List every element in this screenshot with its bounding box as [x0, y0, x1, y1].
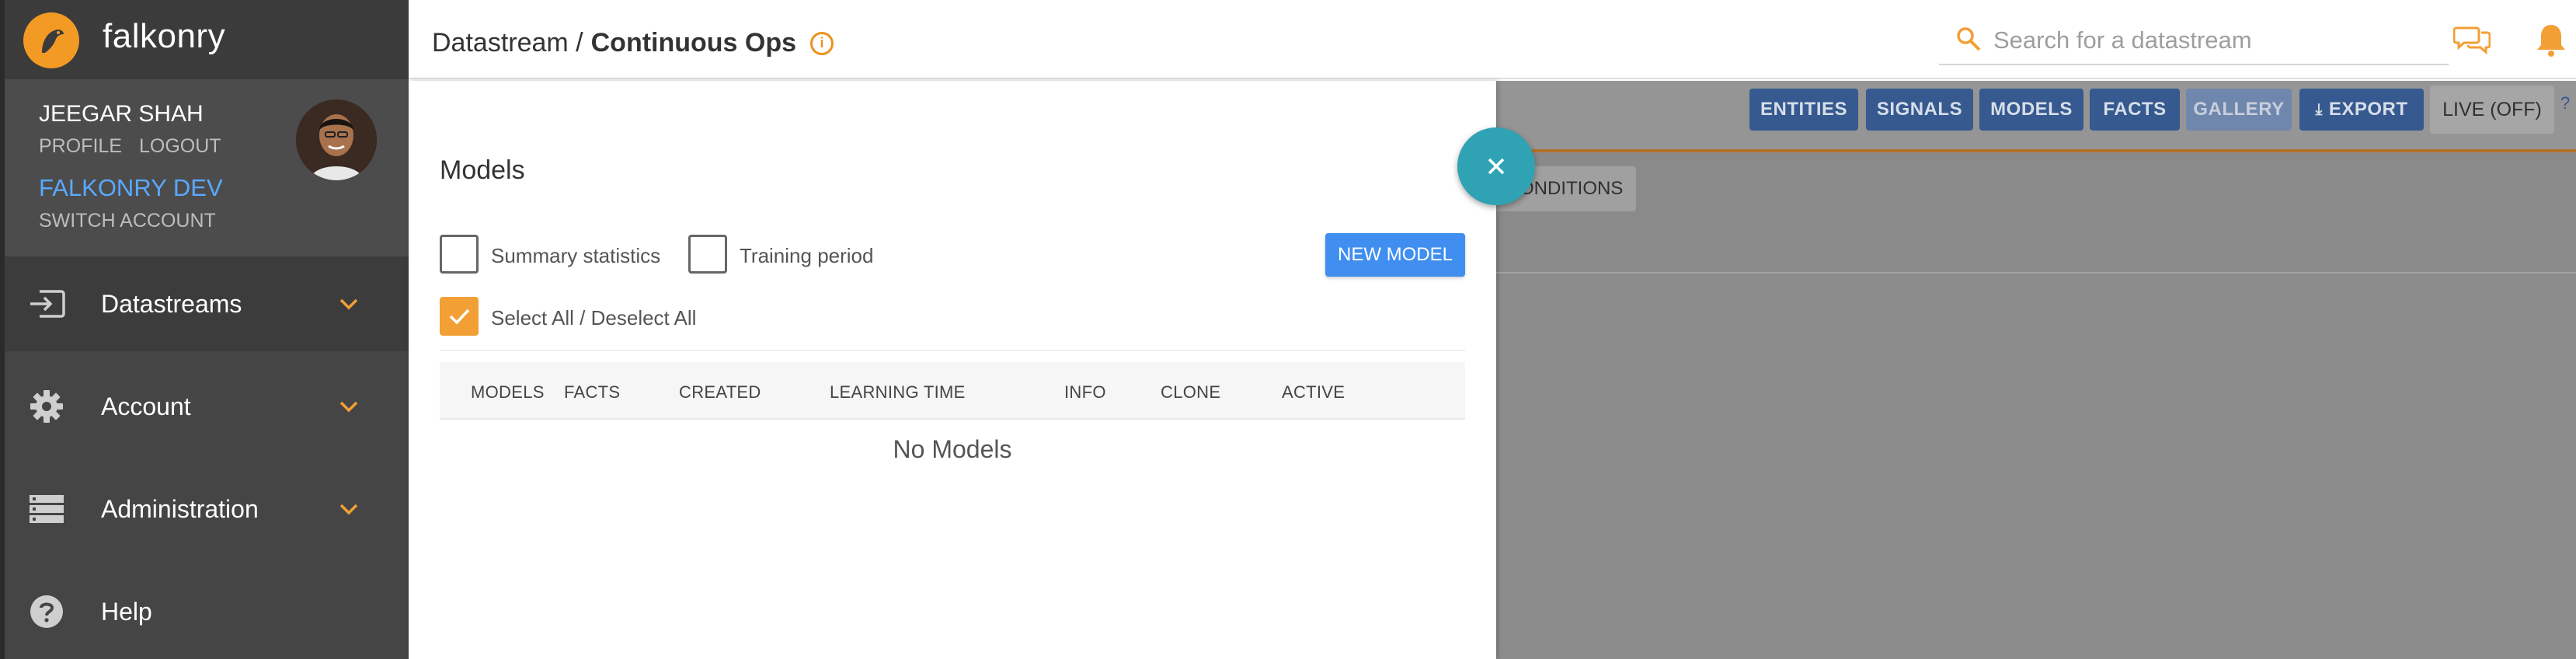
column-header-info[interactable]: INFO [1064, 382, 1106, 403]
training-period-checkbox[interactable] [688, 235, 727, 274]
close-drawer-button[interactable] [1457, 127, 1535, 205]
export-label: EXPORT [2328, 99, 2408, 120]
new-model-button[interactable]: NEW MODEL [1325, 233, 1465, 277]
info-icon[interactable]: i [810, 31, 834, 55]
switch-account-link[interactable]: SWITCH ACCOUNT [39, 210, 216, 232]
profile-link[interactable]: PROFILE [39, 135, 122, 158]
entities-button[interactable]: ENTITIES [1749, 89, 1858, 131]
breadcrumb-prefix[interactable]: Datastream / [432, 28, 583, 58]
column-header-models[interactable]: MODELS [471, 382, 545, 403]
top-header: Datastream / Continuous Ops i [409, 0, 2576, 79]
column-header-active[interactable]: ACTIVE [1282, 382, 1345, 403]
brand-name[interactable]: falkonry [103, 17, 225, 56]
summary-statistics-label[interactable]: Summary statistics [491, 244, 660, 268]
sidebar-item-administration[interactable]: Administration [5, 462, 409, 556]
chevron-down-icon[interactable] [337, 395, 360, 418]
help-icon [25, 590, 68, 633]
sidebar-item-label: Account [101, 392, 191, 420]
brand-header: falkonry [5, 0, 409, 79]
falcon-logo-icon[interactable] [23, 12, 79, 68]
column-header-created[interactable]: CREATED [679, 382, 761, 403]
models-drawer: Models Summary statistics Training perio… [409, 81, 1496, 659]
column-header-facts[interactable]: FACTS [564, 382, 620, 403]
sidebar-item-datastreams[interactable]: Datastreams [5, 256, 409, 351]
org-name: FALKONRY DEV [39, 174, 223, 201]
content-panel [1496, 272, 2576, 659]
user-panel: JEEGAR SHAH PROFILE LOGOUT FALKONRY DEV … [5, 79, 409, 256]
sidebar-item-label: Datastreams [101, 289, 242, 318]
toolbar-help-icon[interactable]: ? [2560, 93, 2570, 113]
select-all-label[interactable]: Select All / Deselect All [491, 306, 696, 330]
select-all-checkbox[interactable] [440, 297, 479, 336]
signals-button[interactable]: SIGNALS [1866, 89, 1973, 131]
user-links: PROFILE LOGOUT [39, 135, 221, 158]
search-input[interactable] [1993, 23, 2436, 58]
avatar [296, 99, 377, 180]
app-root: falkonry JEEGAR SHAH PROFILE LOGOUT FALK… [0, 0, 2576, 659]
checkmark-icon [449, 309, 470, 325]
gallery-button[interactable]: GALLERY [2186, 89, 2292, 131]
user-name: JEEGAR SHAH [39, 101, 204, 127]
chevron-down-icon[interactable] [337, 292, 360, 316]
breadcrumb-current: Continuous Ops [590, 28, 797, 58]
close-icon [1488, 158, 1505, 175]
divider [440, 350, 1465, 351]
breadcrumb: Datastream / Continuous Ops i [432, 28, 834, 58]
export-button[interactable]: ⤓ EXPORT [2299, 89, 2424, 131]
drawer-title: Models [440, 155, 525, 185]
models-table-header: MODELS FACTS CREATED LEARNING TIME INFO … [440, 362, 1465, 420]
datastream-icon [25, 282, 68, 326]
search-bar [1939, 16, 2449, 65]
chevron-down-icon[interactable] [337, 497, 360, 521]
facts-button[interactable]: FACTS [2090, 89, 2180, 131]
summary-statistics-checkbox[interactable] [440, 235, 479, 274]
training-period-label[interactable]: Training period [740, 244, 873, 268]
sidebar-item-account[interactable]: Account [5, 359, 409, 454]
chat-icon[interactable] [2453, 23, 2491, 54]
server-icon [25, 487, 68, 531]
gear-icon [25, 385, 68, 428]
search-icon [1957, 27, 1981, 51]
column-header-clone[interactable]: CLONE [1161, 382, 1220, 403]
models-button[interactable]: MODELS [1979, 89, 2083, 131]
empty-state-text: No Models [893, 435, 1012, 463]
sidebar-item-help[interactable]: Help [5, 564, 409, 659]
sidebar-item-label: Help [101, 597, 152, 626]
sidebar: falkonry JEEGAR SHAH PROFILE LOGOUT FALK… [5, 0, 409, 659]
sidebar-item-label: Administration [101, 494, 259, 523]
bell-icon[interactable] [2534, 22, 2568, 58]
live-toggle-button[interactable]: LIVE (OFF) [2430, 85, 2554, 134]
download-icon: ⤓ [2315, 100, 2323, 118]
column-header-learning-time[interactable]: LEARNING TIME [830, 382, 966, 403]
logout-link[interactable]: LOGOUT [139, 135, 221, 158]
